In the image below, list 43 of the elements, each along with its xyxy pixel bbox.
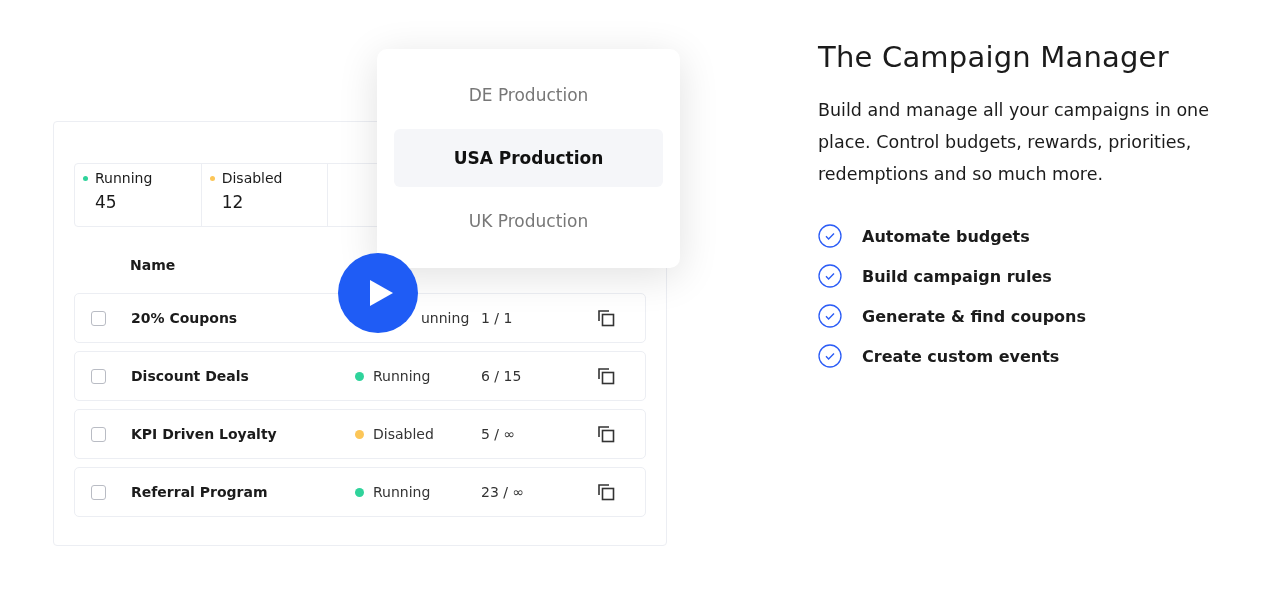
copy-icon[interactable]: [597, 309, 615, 327]
coupon-count: 23 / ∞: [481, 484, 526, 500]
stat-value: 12: [221, 192, 245, 212]
stat-label: Disabled: [221, 170, 283, 186]
status-label: unning: [421, 310, 470, 326]
checkbox[interactable]: [91, 310, 106, 326]
table-row[interactable]: Referral Program Running 23 / ∞: [74, 467, 646, 517]
status-label: Running: [373, 484, 431, 500]
menu-item[interactable]: DE Production: [394, 66, 663, 124]
check-circle-icon: [818, 264, 842, 288]
menu-item[interactable]: USA Production: [394, 129, 663, 187]
section-title: The Campaign Manager: [818, 40, 1170, 74]
feature-item: Automate budgets: [862, 226, 1030, 246]
play-icon: [367, 279, 394, 307]
campaign-name: 20% Coupons: [131, 310, 239, 326]
coupon-count: 5 / ∞: [481, 426, 517, 442]
status-label: Disabled: [373, 426, 434, 442]
feature-item: Create custom events: [862, 346, 1060, 366]
status-label: Running: [373, 368, 431, 384]
stat-label: Running: [95, 170, 153, 186]
campaign-name: Referral Program: [131, 484, 269, 500]
table-row[interactable]: Discount Deals Running 6 / 15: [74, 351, 646, 401]
copy-icon[interactable]: [597, 425, 615, 443]
column-header: Name: [130, 257, 177, 273]
copy-icon[interactable]: [597, 483, 615, 501]
menu-item[interactable]: UK Production: [394, 192, 663, 250]
table-row[interactable]: KPI Driven Loyalty Disabled 5 / ∞: [74, 409, 646, 459]
checkbox[interactable]: [91, 426, 106, 442]
description: Build and manage all your campaigns in one place. Control budgets, rewards, priorities, redemptions and so much more.: [818, 99, 1210, 186]
table-row[interactable]: 20% Coupons unning 1 / 1: [74, 293, 646, 343]
check-circle-icon: [818, 224, 842, 248]
campaign-name: Discount Deals: [131, 368, 250, 384]
copy-icon[interactable]: [597, 367, 615, 385]
coupon-count: 1 / 1: [481, 310, 514, 326]
checkbox[interactable]: [91, 484, 106, 500]
stat-value: 45: [95, 192, 118, 212]
feature-item: Build campaign rules: [862, 266, 1052, 286]
feature-item: Generate & find coupons: [862, 306, 1086, 326]
check-circle-icon: [818, 304, 842, 328]
campaign-name: KPI Driven Loyalty: [131, 426, 278, 442]
check-circle-icon: [818, 344, 842, 368]
coupon-count: 6 / 15: [481, 368, 523, 384]
checkbox[interactable]: [91, 368, 106, 384]
